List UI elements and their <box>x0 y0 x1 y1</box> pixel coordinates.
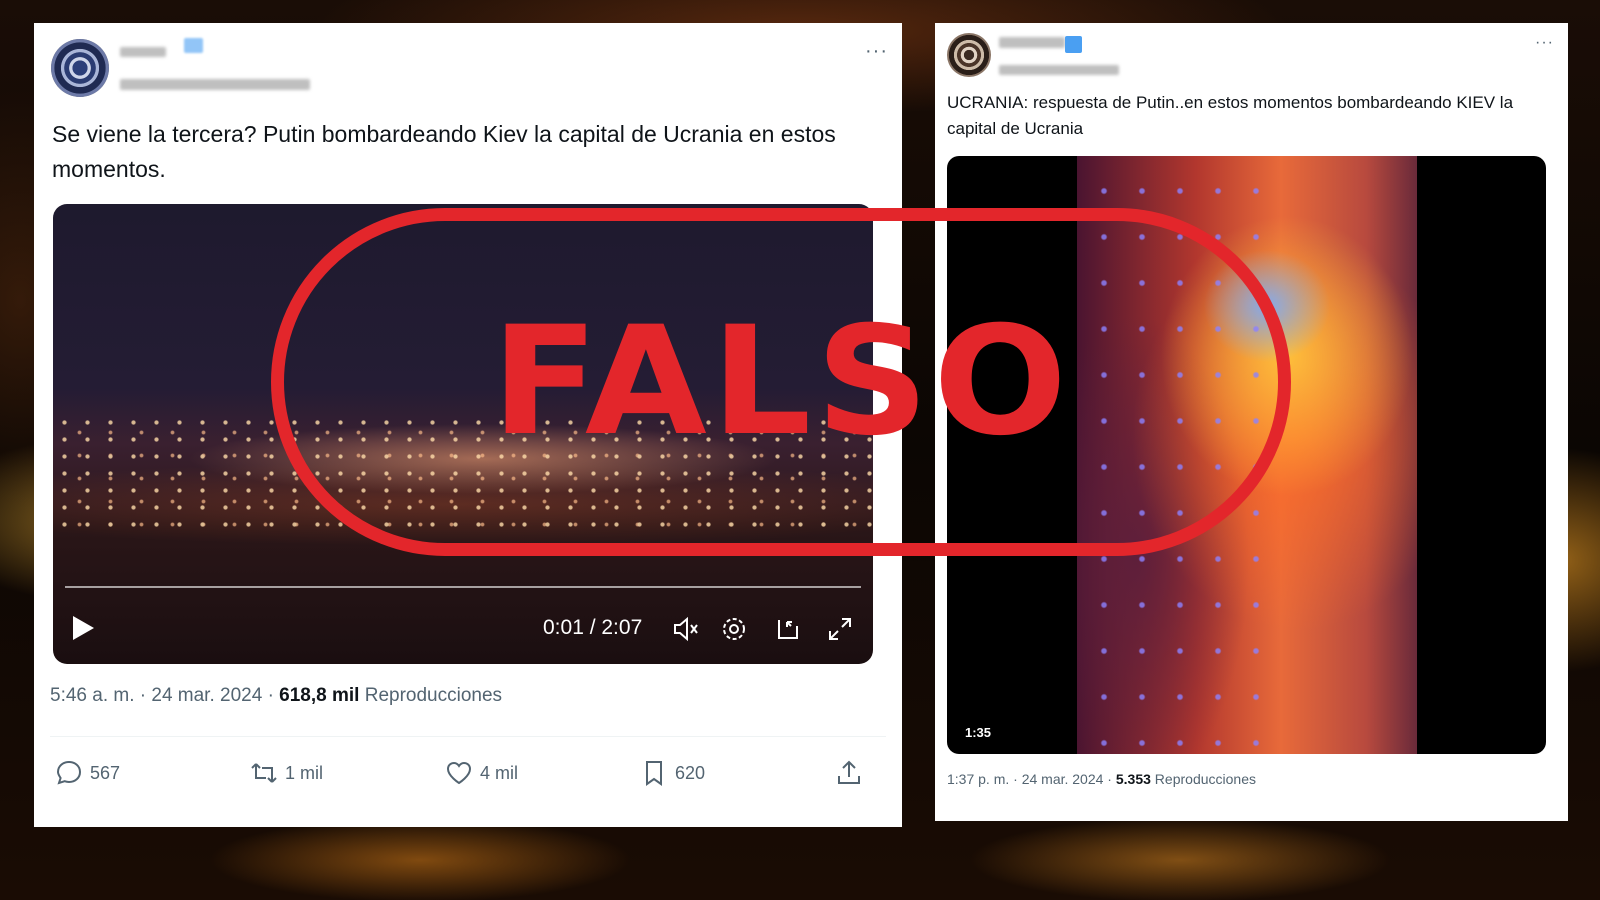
views-label: Reproducciones <box>359 685 503 706</box>
blurred-display-name <box>999 37 1065 48</box>
repost-button[interactable]: 1 mil <box>249 758 323 788</box>
reply-button[interactable]: 567 <box>54 758 120 788</box>
avatar[interactable] <box>51 39 109 97</box>
verified-badge-icon <box>1065 36 1082 53</box>
tweet-metadata: 5:46 a. m. · 24 mar. 2024 · 618,8 mil Re… <box>50 685 502 707</box>
bookmark-count: 620 <box>675 762 706 783</box>
verified-badge-icon <box>184 38 203 53</box>
blurred-display-name <box>120 47 166 57</box>
views-count: 5.353 <box>1115 771 1151 787</box>
like-button[interactable]: 4 mil <box>444 758 518 788</box>
repost-icon <box>251 763 277 783</box>
blurred-handle <box>999 65 1119 75</box>
more-options-icon[interactable]: ··· <box>1535 35 1554 51</box>
reply-icon <box>56 760 82 785</box>
play-icon[interactable] <box>73 616 94 640</box>
avatar[interactable] <box>947 33 991 77</box>
share-icon <box>838 760 860 784</box>
divider <box>50 736 886 737</box>
mute-icon[interactable] <box>671 614 701 644</box>
like-icon <box>446 761 472 785</box>
repost-count: 1 mil <box>285 762 324 783</box>
like-count: 4 mil <box>480 762 519 783</box>
tweet-text: Se viene la tercera? Putin bombardeando … <box>52 121 836 182</box>
video-duration-badge: 1:35 <box>965 725 992 740</box>
pip-icon[interactable] <box>773 614 803 644</box>
reply-count: 567 <box>90 762 121 783</box>
more-options-icon[interactable]: ··· <box>865 41 888 61</box>
views-label: Reproducciones <box>1150 771 1256 787</box>
bookmark-icon <box>646 761 662 786</box>
tweet-timestamp[interactable]: 1:37 p. m. · 24 mar. 2024 · <box>947 771 1116 787</box>
tweet-metadata: 1:37 p. m. · 24 mar. 2024 · 5.353 Reprod… <box>947 771 1256 787</box>
fullscreen-icon[interactable] <box>825 614 855 644</box>
video-time: 0:01 / 2:07 <box>543 616 643 639</box>
falso-stamp-text: FALSO <box>490 295 1072 469</box>
bookmark-button[interactable]: 620 <box>639 758 705 788</box>
falso-stamp: FALSO <box>271 208 1291 556</box>
views-count: 618,8 mil <box>279 685 360 706</box>
blurred-handle <box>120 79 310 90</box>
video-progress-bar[interactable] <box>65 586 861 588</box>
tweet-timestamp[interactable]: 5:46 a. m. · 24 mar. 2024 · <box>50 685 279 706</box>
settings-icon[interactable] <box>719 614 749 644</box>
tweet-text: UCRANIA: respuesta de Putin..en estos mo… <box>947 93 1514 138</box>
share-button[interactable] <box>834 758 864 788</box>
